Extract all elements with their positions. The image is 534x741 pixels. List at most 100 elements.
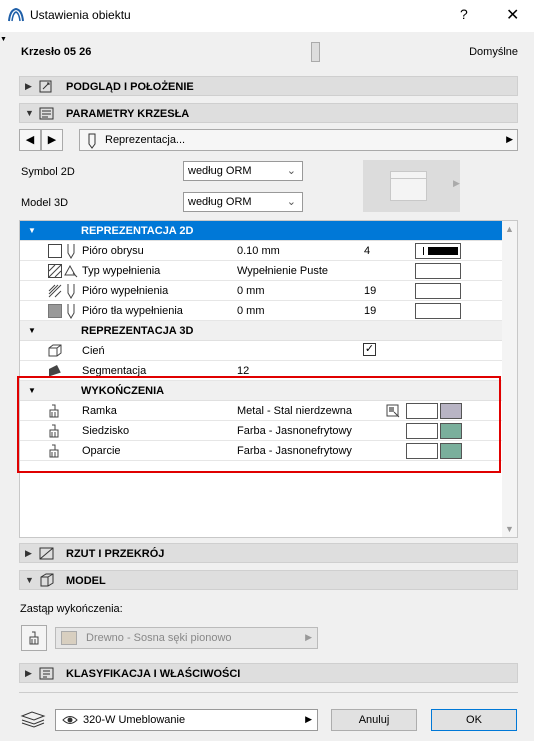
object-name: Krzesło 05 26 <box>21 46 92 58</box>
section-classification[interactable]: ▶ KLASYFIKACJA I WŁAŚCIWOŚCI <box>19 663 518 683</box>
scroll-down-icon[interactable]: ▼ <box>505 524 514 534</box>
fill-type-icon <box>64 264 78 278</box>
default-label[interactable]: Domyślne <box>469 46 518 58</box>
param-name: Typ wypełnienia <box>82 265 161 277</box>
group-representation-2d[interactable]: ▼ REPREZENTACJA 2D <box>20 221 503 241</box>
ok-button[interactable]: OK <box>431 709 517 731</box>
group-label: REPREZENTACJA 3D <box>81 325 194 337</box>
pen-icon <box>67 284 75 299</box>
corner-marker-icon: ▼ <box>0 36 7 43</box>
override-material-value: Drewno - Sosna sęki pionowo <box>86 632 232 644</box>
pen-number[interactable]: 4 <box>364 245 370 257</box>
model-cube-icon <box>40 573 54 587</box>
section-chair-params[interactable]: ▼ PARAMETRY KRZESŁA <box>19 103 518 123</box>
param-name: Pióro tła wypełnienia <box>82 305 183 317</box>
chevron-down-icon: ⌄ <box>286 165 296 177</box>
section-preview-position[interactable]: ▶ PODGLĄD I POŁOŻENIE <box>19 76 518 96</box>
section-label: PODGLĄD I POŁOŻENIE <box>66 81 194 93</box>
pen-swatch[interactable] <box>415 283 461 299</box>
scroll-up-icon[interactable]: ▲ <box>505 224 514 234</box>
pen-number[interactable]: 19 <box>364 285 376 297</box>
parameter-page-nav: ◀ ▶ Reprezentacja... ▶ <box>19 129 518 151</box>
close-button[interactable]: ✕ <box>506 5 519 25</box>
footer-divider <box>19 692 518 693</box>
preview-symbol <box>390 171 427 201</box>
pen-swatch[interactable] <box>415 243 461 259</box>
symbol2d-label: Symbol 2D <box>21 166 75 178</box>
table-row[interactable]: Pióro obrysu 0.10 mm 4 <box>20 241 503 261</box>
param-name: Cień <box>82 345 105 357</box>
pen-swatch[interactable] <box>415 303 461 319</box>
eye-icon <box>62 716 78 724</box>
hatch-fill-icon <box>48 264 62 278</box>
favorites-slider-handle[interactable] <box>311 42 320 62</box>
override-material-dropdown[interactable]: Drewno - Sosna sęki pionowo ▶ <box>55 627 318 649</box>
dropdown-arrow-icon: ▶ <box>305 632 312 642</box>
title-bar: Ustawienia obiektu ? ✕ <box>0 0 534 32</box>
override-finishes-label: Zastąp wykończenia: <box>20 603 123 615</box>
page-selector-dropdown[interactable]: Reprezentacja... ▶ <box>79 129 518 151</box>
section-plan-section[interactable]: ▶ RZUT I PRZEKRÓJ <box>19 543 518 563</box>
param-value[interactable]: 0 mm <box>237 305 265 317</box>
shadow-box-icon <box>48 344 62 357</box>
collapse-arrow-icon: ▼ <box>28 226 36 235</box>
section-label: RZUT I PRZEKRÓJ <box>66 548 165 560</box>
table-row[interactable]: Cień ✓ <box>20 341 503 361</box>
fill-pen-icon <box>48 284 62 298</box>
model3d-label: Model 3D <box>21 197 69 209</box>
fill-swatch[interactable] <box>415 263 461 279</box>
table-row[interactable]: Typ wypełnienia Wypełnienie Puste <box>20 261 503 281</box>
collapse-arrow-icon: ▼ <box>25 108 34 118</box>
override-toggle-button[interactable] <box>21 625 47 651</box>
table-row[interactable]: Pióro wypełnienia 0 mm 19 <box>20 281 503 301</box>
chevron-down-icon: ⌄ <box>286 196 296 208</box>
pen-icon <box>67 304 75 319</box>
group-representation-3d[interactable]: ▼ REPREZENTACJA 3D <box>20 321 503 341</box>
section-model[interactable]: ▼ MODEL <box>19 570 518 590</box>
expand-arrow-icon: ▶ <box>25 81 32 91</box>
param-value[interactable]: 0 mm <box>237 285 265 297</box>
page-selector-label: Reprezentacja... <box>105 134 186 146</box>
section-label: MODEL <box>66 575 106 587</box>
previous-page-button[interactable]: ◀ <box>19 129 41 151</box>
layer-dropdown[interactable]: 320-W Umeblowanie ▶ <box>55 709 318 731</box>
classification-icon <box>39 667 54 680</box>
expand-arrow-icon: ▶ <box>25 548 32 558</box>
param-name: Pióro wypełnienia <box>82 285 169 297</box>
highlight-box <box>17 376 501 473</box>
expand-arrow-icon: ▶ <box>25 668 32 678</box>
material-swatch <box>61 631 77 645</box>
outline-square-icon <box>48 244 62 258</box>
model3d-select[interactable]: według ORM ⌄ <box>183 192 303 212</box>
help-button[interactable]: ? <box>460 6 468 22</box>
window-title: Ustawienia obiektu <box>30 8 131 22</box>
symbol2d-value: według ORM <box>188 165 252 177</box>
paint-brush-icon <box>29 631 39 645</box>
collapse-arrow-icon: ▼ <box>25 575 34 585</box>
shadow-checkbox[interactable]: ✓ <box>363 343 376 356</box>
preview-thumbnail[interactable]: ▶ <box>363 160 460 212</box>
symbol2d-select[interactable]: według ORM ⌄ <box>183 161 303 181</box>
pen-icon <box>67 244 75 259</box>
dropdown-arrow-icon: ▶ <box>305 714 312 724</box>
section-label: KLASYFIKACJA I WŁAŚCIWOŚCI <box>66 668 241 680</box>
table-scrollbar[interactable]: ▲ ▼ <box>502 221 517 537</box>
section-label: PARAMETRY KRZESŁA <box>66 108 190 120</box>
collapse-arrow-icon: ▼ <box>28 326 36 335</box>
model3d-value: według ORM <box>188 196 252 208</box>
dropdown-arrow-icon: ▶ <box>506 134 513 144</box>
parameters-icon <box>39 107 54 120</box>
param-name: Pióro obrysu <box>82 245 144 257</box>
layers-icon <box>20 711 46 728</box>
table-row[interactable]: Pióro tła wypełnienia 0 mm 19 <box>20 301 503 321</box>
param-value[interactable]: 0.10 mm <box>237 245 280 257</box>
pen-icon <box>88 133 96 149</box>
preview-position-icon <box>39 80 52 93</box>
param-value[interactable]: Wypełnienie Puste <box>237 265 328 277</box>
preview-arrow-icon: ▶ <box>453 178 460 188</box>
pen-number[interactable]: 19 <box>364 305 376 317</box>
next-page-button[interactable]: ▶ <box>41 129 63 151</box>
background-fill-icon <box>48 304 62 318</box>
cancel-button[interactable]: Anuluj <box>331 709 417 731</box>
archicad-app-icon <box>8 8 24 22</box>
